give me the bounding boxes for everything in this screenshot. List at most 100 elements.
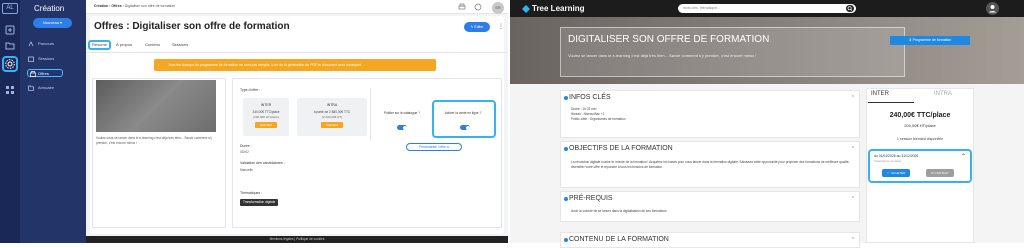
- validation-value: Manuelle: [240, 168, 253, 172]
- avatar[interactable]: SR: [492, 2, 504, 14]
- duration-label: Durée :: [240, 144, 252, 148]
- sidebar-item-label: Sessions: [38, 56, 55, 61]
- sidebar-item-label: Offres: [38, 71, 49, 76]
- sidebar-item-offres[interactable]: Offres: [27, 69, 63, 77]
- breadcrumb-current: Digitaliser son offre de formation: [124, 4, 176, 8]
- edit-button-label: Éditer: [474, 25, 484, 29]
- sale-label: Activer la vente en ligne ?: [444, 111, 482, 115]
- route-icon: [28, 41, 34, 47]
- course-description: Voulez-vous se lancer dans le e-learning…: [96, 136, 213, 145]
- sidebar-item-label: Parcours: [38, 41, 55, 46]
- divider: [86, 52, 508, 53]
- program-button-label: Programme de formation: [912, 38, 952, 42]
- section-bullet: [564, 96, 568, 100]
- program-download-button[interactable]: ⬇ Programme de formation: [890, 36, 970, 45]
- tab-resume[interactable]: Résumé: [88, 40, 111, 50]
- price-ht: 200,00€ HT/place: [904, 123, 936, 128]
- publish-toggle[interactable]: [397, 125, 407, 130]
- breadcrumb: Création › Offres › Digitaliser son offr…: [94, 4, 176, 8]
- chevron-up-icon[interactable]: ⌃: [851, 146, 855, 152]
- folder-icon: [28, 85, 34, 91]
- sidebar: [20, 0, 86, 243]
- divider: [370, 88, 371, 140]
- warning-text: Tous les champs du programme de formatio…: [168, 63, 362, 67]
- contact-button[interactable]: ✉ CONTACT: [926, 169, 954, 177]
- breadcrumb-item[interactable]: Offres: [111, 4, 121, 8]
- shop-icon: [30, 71, 36, 77]
- preview-offer-button[interactable]: Prévisualiser l'offre ⧉: [406, 143, 462, 151]
- sidebar-item-sessions[interactable]: Sessions: [28, 55, 54, 63]
- section-bullet: [564, 238, 568, 242]
- brand-name[interactable]: Tree Learning: [532, 4, 584, 13]
- prerequisites-text: Avoir la volonté de se lancer dans la di…: [571, 209, 667, 213]
- session-dates: du 01/01/2026 au 31/12/2026: [874, 154, 919, 158]
- intra-price: à partir de 2 880,00€ TTC: [313, 110, 351, 114]
- icon-rail: [0, 0, 20, 243]
- search-input[interactable]: mots clés, thématique...: [678, 4, 856, 13]
- section-title: CONTENU DE LA FORMATION: [569, 236, 669, 243]
- print-icon[interactable]: [458, 3, 466, 11]
- inter-price: 240,00€ TTC/place: [252, 110, 280, 114]
- price-ttc: 240,00€ TTC/place: [889, 112, 951, 119]
- objectives-text: La révolution digitale touche le monde d…: [571, 160, 850, 169]
- section-title: PRÉ-REQUIS: [569, 195, 613, 202]
- search-button[interactable]: [846, 5, 854, 12]
- objectives-section: OBJECTIFS DE LA FORMATION ⌃ La révolutio…: [560, 141, 860, 188]
- session-status: Inscriptions ouvertes: [874, 159, 902, 163]
- chevron-up-icon[interactable]: ⌃: [851, 95, 855, 101]
- warning-icon: !: [158, 63, 159, 67]
- publish-label: Publier sur le catalogue ?: [384, 111, 420, 115]
- themes-label: Thématiques :: [240, 191, 263, 195]
- chevron-up-icon[interactable]: ⌃: [961, 153, 966, 160]
- section-title: INFOS CLÉS: [569, 94, 611, 101]
- intra-price-ht: (2 400,00€ HT): [321, 115, 343, 119]
- chevron-up-icon[interactable]: ⌃: [851, 196, 855, 202]
- help-icon[interactable]: [474, 3, 482, 11]
- hero-subtitle: Voulez se lancer dans le e-learning c'es…: [568, 53, 757, 58]
- offer-type-label: Type d'offre :: [240, 88, 261, 92]
- tab-contenu[interactable]: Contenu: [145, 40, 160, 50]
- intra-standard-button[interactable]: Standard: [321, 122, 343, 128]
- user-account-icon[interactable]: [986, 2, 999, 15]
- app-logo[interactable]: AL: [2, 3, 18, 14]
- brand-logo-icon: [522, 5, 530, 13]
- course-image: [96, 80, 216, 132]
- intra-price-box: INTRA à partir de 2 880,00€ TTC (2 400,0…: [297, 98, 367, 136]
- contact-button-label: CONTACT: [934, 171, 949, 175]
- breadcrumb-item[interactable]: Création: [94, 4, 108, 8]
- sale-toggle[interactable]: [460, 125, 470, 130]
- buy-button-label: ACHETER: [891, 171, 906, 175]
- settings-icon[interactable]: [2, 56, 18, 72]
- tab-inter[interactable]: INTER: [871, 91, 889, 97]
- tab-sessions[interactable]: Sessions: [172, 40, 188, 50]
- new-button-label: Nouveau: [42, 20, 59, 25]
- page-title: Offres : Digitaliser son offre de format…: [94, 21, 290, 32]
- tab-intra[interactable]: INTRA: [934, 91, 952, 97]
- tab-a-propos[interactable]: À propos: [116, 40, 132, 50]
- prerequisites-section: PRÉ-REQUIS ⌃ Avoir la volonté de se lanc…: [560, 191, 860, 222]
- inter-price-ht: (200,00€ HT/place): [253, 115, 279, 119]
- sidebar-item-parcours[interactable]: Parcours: [28, 40, 54, 48]
- sidebar-item-annuaire[interactable]: Annuaire: [28, 84, 54, 92]
- key-info-audience: Public cible : Organismes de formation: [571, 117, 626, 121]
- validation-label: Validation des candidatures :: [240, 161, 285, 165]
- hero-title: DIGITALISER SON OFFRE DE FORMATION: [568, 34, 770, 45]
- admin-footer: Mentions légales | Politique de cookies: [86, 236, 508, 243]
- content-section: CONTENU DE LA FORMATION ⌃: [560, 232, 860, 248]
- session-info: 1 session blended disponible: [896, 137, 944, 141]
- sale-toggle-highlight: [432, 100, 496, 138]
- edit-button[interactable]: ✎ Éditer: [464, 22, 490, 32]
- buy-button[interactable]: 🛒 ACHETER: [882, 169, 910, 177]
- grid-icon[interactable]: [4, 84, 16, 96]
- sidebar-title: Création: [34, 4, 65, 13]
- add-icon[interactable]: [4, 24, 16, 36]
- more-icon[interactable]: ⋮: [498, 23, 504, 30]
- chevron-up-icon[interactable]: ⌃: [851, 237, 855, 243]
- new-button[interactable]: Nouveau ▾: [33, 18, 72, 28]
- sidebar-item-label: Annuaire: [38, 85, 55, 90]
- session-card: du 01/01/2026 au 31/12/2026 Inscriptions…: [868, 149, 972, 183]
- folder-rail-icon[interactable]: [4, 40, 16, 52]
- section-bullet: [564, 147, 568, 151]
- warning-banner: ! Tous les champs du programme de format…: [154, 59, 436, 71]
- inter-standard-button[interactable]: Standard: [255, 122, 277, 128]
